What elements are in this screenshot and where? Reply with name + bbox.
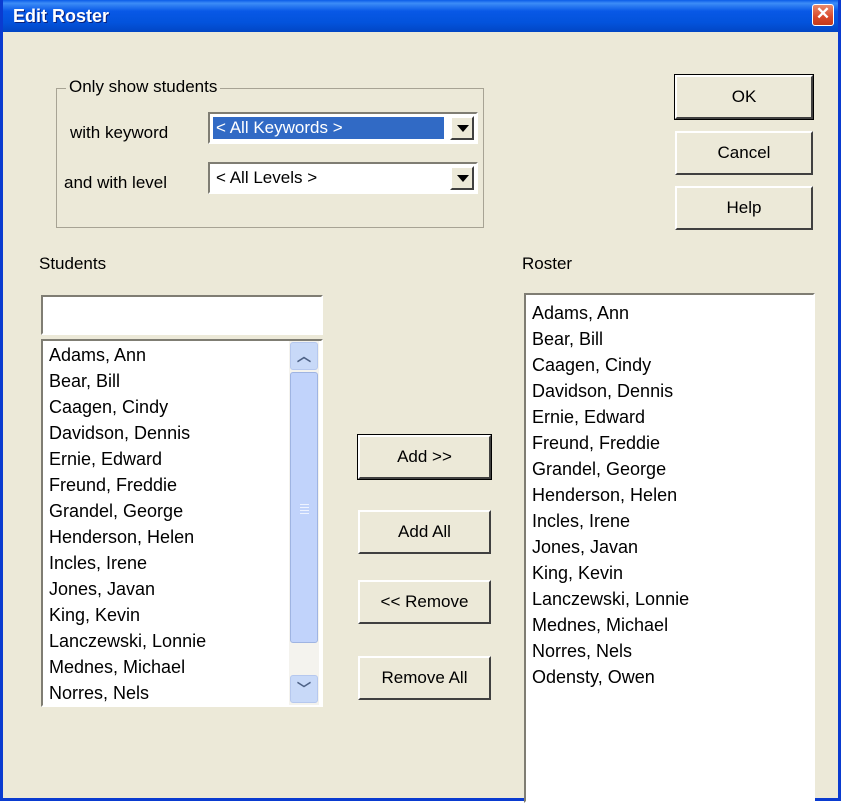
student-item[interactable]: Incles, Irene	[49, 552, 147, 574]
roster-item[interactable]: Lanczewski, Lonnie	[532, 588, 689, 610]
close-icon: ✕	[815, 4, 831, 23]
roster-item[interactable]: King, Kevin	[532, 562, 623, 584]
roster-item[interactable]: Bear, Bill	[532, 328, 603, 350]
roster-item[interactable]: Jones, Javan	[532, 536, 638, 558]
cancel-button[interactable]: Cancel	[675, 131, 813, 175]
student-item[interactable]: Norres, Nels	[49, 682, 149, 704]
student-search-input[interactable]	[41, 295, 323, 335]
roster-item[interactable]: Incles, Irene	[532, 510, 630, 532]
window-title: Edit Roster	[13, 6, 110, 26]
student-item[interactable]: Jones, Javan	[49, 578, 155, 600]
level-value: < All Levels >	[216, 168, 318, 187]
level-dropdown[interactable]: < All Levels >	[208, 162, 478, 194]
keyword-label: with keyword	[70, 123, 169, 142]
roster-item[interactable]: Davidson, Dennis	[532, 380, 673, 402]
student-item[interactable]: King, Kevin	[49, 604, 140, 626]
roster-item[interactable]: Odensty, Owen	[532, 666, 655, 688]
roster-item[interactable]: Adams, Ann	[532, 302, 629, 324]
student-item[interactable]: Caagen, Cindy	[49, 396, 168, 418]
scroll-up-button[interactable]: ︿	[290, 342, 318, 370]
filter-groupbox	[56, 88, 484, 228]
student-item[interactable]: Grandel, George	[49, 500, 183, 522]
chevron-down-icon: ﹀	[297, 681, 311, 697]
roster-item[interactable]: Freund, Freddie	[532, 432, 660, 454]
level-dropdown-arrow-icon[interactable]	[450, 166, 474, 190]
students-scrollbar[interactable]: ︿ ﹀	[289, 341, 319, 705]
student-item[interactable]: Lanczewski, Lonnie	[49, 630, 206, 652]
remove-button[interactable]: << Remove	[358, 580, 491, 624]
grip-line	[300, 504, 309, 505]
remove-all-button[interactable]: Remove All	[358, 656, 491, 700]
students-label: Students	[39, 254, 107, 273]
roster-label: Roster	[522, 254, 573, 273]
student-item[interactable]: Henderson, Helen	[49, 526, 194, 548]
roster-item[interactable]: Ernie, Edward	[532, 406, 645, 428]
roster-item[interactable]: Grandel, George	[532, 458, 666, 480]
scroll-down-button[interactable]: ﹀	[290, 675, 318, 703]
student-item[interactable]: Davidson, Dennis	[49, 422, 190, 444]
level-label: and with level	[64, 173, 168, 192]
scroll-thumb[interactable]	[290, 372, 318, 643]
grip-line	[300, 507, 309, 508]
student-item[interactable]: Bear, Bill	[49, 370, 120, 392]
roster-item[interactable]: Mednes, Michael	[532, 614, 668, 636]
add-button[interactable]: Add >>	[357, 434, 492, 480]
title-bar[interactable]: Edit Roster ✕	[3, 0, 838, 32]
student-item[interactable]: Ernie, Edward	[49, 448, 162, 470]
grip-line	[300, 510, 309, 511]
keyword-dropdown[interactable]: < All Keywords >	[208, 112, 478, 144]
edit-roster-dialog: Edit Roster ✕ Only show students with ke…	[0, 0, 841, 803]
ok-button[interactable]: OK	[674, 74, 814, 120]
student-item[interactable]: Adams, Ann	[49, 344, 146, 366]
roster-list[interactable]: Adams, Ann Bear, Bill Caagen, Cindy Davi…	[524, 293, 815, 803]
grip-line	[300, 513, 309, 514]
chevron-up-icon: ︿	[297, 348, 311, 364]
students-list[interactable]: Adams, Ann Bear, Bill Caagen, Cindy Davi…	[41, 339, 323, 707]
student-item[interactable]: Mednes, Michael	[49, 656, 185, 678]
filter-group-label: Only show students	[66, 77, 221, 97]
keyword-value: < All Keywords >	[213, 117, 444, 139]
student-item[interactable]: Freund, Freddie	[49, 474, 177, 496]
help-button[interactable]: Help	[675, 186, 813, 230]
close-button[interactable]: ✕	[812, 4, 834, 26]
roster-item[interactable]: Henderson, Helen	[532, 484, 677, 506]
roster-item[interactable]: Caagen, Cindy	[532, 354, 651, 376]
roster-item[interactable]: Norres, Nels	[532, 640, 632, 662]
keyword-dropdown-arrow-icon[interactable]	[450, 116, 474, 140]
add-all-button[interactable]: Add All	[358, 510, 491, 554]
